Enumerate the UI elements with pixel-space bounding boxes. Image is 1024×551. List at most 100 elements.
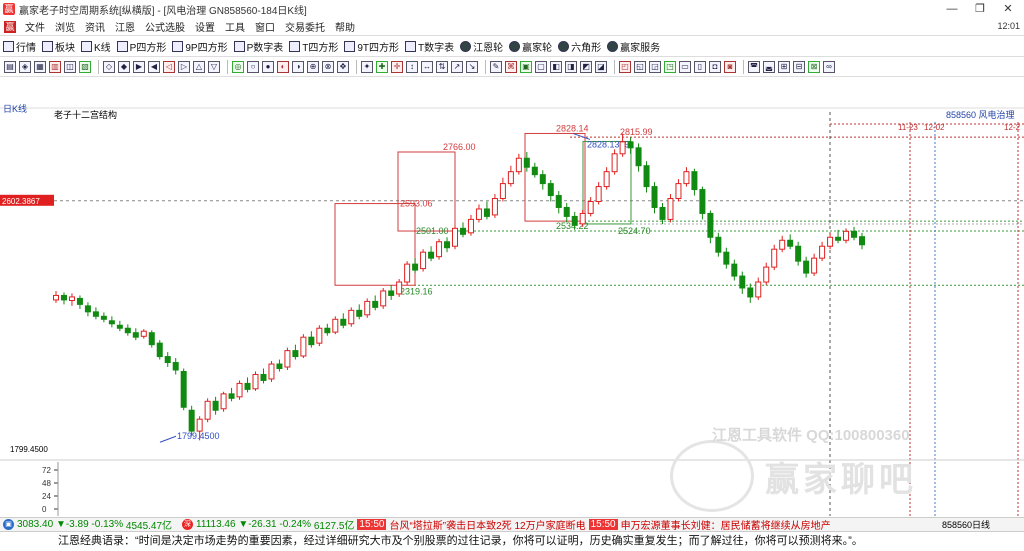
draw-tool-icon[interactable]: ◈: [19, 61, 31, 73]
draw-tool-icon[interactable]: ▯: [694, 61, 706, 73]
draw-tool-icon[interactable]: △: [193, 61, 205, 73]
menu-logo-icon: 赢: [4, 20, 16, 33]
draw-tool-icon[interactable]: ●: [262, 61, 274, 73]
candle-body: [811, 257, 818, 274]
draw-tool-icon[interactable]: ↗: [451, 61, 463, 73]
draw-tool-icon[interactable]: ↕: [406, 61, 418, 73]
news2-text[interactable]: 申万宏源董事长刘健：居民储蓄将继续从房地产: [621, 517, 831, 532]
toolbar-button-12[interactable]: 赢家服务: [604, 39, 663, 54]
draw-tool-icon[interactable]: ◙: [724, 61, 736, 73]
index2-value[interactable]: 11113.46: [196, 519, 235, 530]
draw-tool-icon[interactable]: ▭: [679, 61, 691, 73]
candle-body: [356, 309, 363, 317]
menu-settings[interactable]: 设置: [190, 19, 220, 34]
draw-tool-icon[interactable]: ◲: [649, 61, 661, 73]
menu-formula[interactable]: 公式选股: [140, 19, 190, 34]
news1-text[interactable]: 台风“塔拉斯”袭击日本致2死 12万户家庭断电: [389, 517, 585, 532]
draw-tool-icon[interactable]: ⊕: [307, 61, 319, 73]
draw-tool-icon[interactable]: ◨: [565, 61, 577, 73]
draw-tool-icon[interactable]: ◁: [163, 61, 175, 73]
draw-tool-icon[interactable]: ⊠: [808, 61, 820, 73]
draw-tool-icon[interactable]: ◩: [580, 61, 592, 73]
draw-tool-icon[interactable]: ⊞: [778, 61, 790, 73]
draw-tool-icon[interactable]: ◑: [292, 61, 304, 73]
draw-tool-icon[interactable]: ◰: [619, 61, 631, 73]
toolbar-button-6[interactable]: T四方形: [286, 39, 341, 54]
draw-tool-icon[interactable]: ▥: [49, 61, 61, 73]
candle-body: [100, 315, 107, 320]
toolbar-button-1[interactable]: 板块: [39, 39, 78, 54]
draw-tool-icon[interactable]: ◚: [748, 61, 760, 73]
menu-gann[interactable]: 江恩: [110, 19, 140, 34]
toolbar-button-7[interactable]: 9T四方形: [341, 39, 402, 54]
draw-tool-icon[interactable]: ◘: [709, 61, 721, 73]
toolbar-button-4[interactable]: 9P四方形: [169, 39, 230, 54]
draw-tool-icon[interactable]: ▶: [133, 61, 145, 73]
draw-tool-icon[interactable]: ◇: [103, 61, 115, 73]
toolbar-button-2[interactable]: K线: [78, 39, 114, 54]
draw-tool-icon[interactable]: ▧: [79, 61, 91, 73]
draw-tool-icon[interactable]: ▤: [4, 61, 16, 73]
toolbar-button-10[interactable]: 赢家轮: [506, 39, 555, 54]
candle-body: [276, 363, 283, 370]
candle-body: [324, 327, 331, 334]
index1-value[interactable]: 3083.40: [17, 519, 53, 530]
watermark-logo: [670, 440, 754, 512]
draw-tool-icon[interactable]: ◐: [277, 61, 289, 73]
candle-body: [771, 248, 778, 268]
draw-tool-icon[interactable]: ◎: [232, 61, 244, 73]
draw-tool-icon[interactable]: ◫: [64, 61, 76, 73]
draw-tool-icon[interactable]: ▷: [178, 61, 190, 73]
draw-tool-icon[interactable]: ◳: [664, 61, 676, 73]
close-icon[interactable]: ✕: [994, 0, 1022, 18]
candle-body: [747, 287, 754, 298]
menu-tools[interactable]: 工具: [220, 19, 250, 34]
toolbar-button-label: P数字表: [246, 43, 284, 54]
toolbar-button-5[interactable]: P数字表: [231, 39, 287, 54]
menu-file[interactable]: 文件: [20, 19, 50, 34]
draw-tool-icon[interactable]: ✚: [376, 61, 388, 73]
draw-tool-icon[interactable]: ⌘: [505, 61, 517, 73]
toolbar-button-label: 赢家轮: [522, 43, 553, 54]
draw-tool-icon[interactable]: ▢: [535, 61, 547, 73]
draw-tool-icon[interactable]: ✥: [337, 61, 349, 73]
draw-tool-icon[interactable]: ↘: [466, 61, 478, 73]
candle-body: [683, 171, 690, 185]
volume-axis-label: 48: [42, 479, 51, 488]
menu-window[interactable]: 窗口: [250, 19, 280, 34]
draw-tool-icon[interactable]: ∞: [823, 61, 835, 73]
toolbar-button-11[interactable]: 六角形: [555, 39, 604, 54]
menu-trade[interactable]: 交易委托: [280, 19, 330, 34]
draw-tool-icon[interactable]: ⊗: [322, 61, 334, 73]
draw-tool-icon[interactable]: ▽: [208, 61, 220, 73]
draw-tool-icon[interactable]: ✛: [391, 61, 403, 73]
draw-tool-icon[interactable]: ⇅: [436, 61, 448, 73]
news2-time: 15:50: [588, 519, 618, 530]
candle-body: [132, 332, 139, 338]
restore-icon[interactable]: ❐: [966, 0, 994, 18]
draw-tool-icon[interactable]: ◱: [634, 61, 646, 73]
draw-tool-icon[interactable]: ✦: [361, 61, 373, 73]
draw-tool-icon[interactable]: ◛: [763, 61, 775, 73]
toolbar-button-9[interactable]: 江恩轮: [457, 39, 506, 54]
draw-tool-icon[interactable]: ◧: [550, 61, 562, 73]
draw-tool-icon[interactable]: ▣: [520, 61, 532, 73]
draw-tool-icon[interactable]: ↔: [421, 61, 433, 73]
candle-body: [372, 300, 379, 308]
draw-tool-icon[interactable]: ◀: [148, 61, 160, 73]
toolbar-button-8[interactable]: T数字表: [402, 39, 457, 54]
draw-tool-icon[interactable]: ○: [247, 61, 259, 73]
draw-tool-icon[interactable]: ✎: [490, 61, 502, 73]
draw-tool-icon[interactable]: ◆: [118, 61, 130, 73]
draw-tool-icon[interactable]: ▦: [34, 61, 46, 73]
menu-info[interactable]: 资讯: [80, 19, 110, 34]
toolbar-button-0[interactable]: 行情: [0, 39, 39, 54]
menu-browse[interactable]: 浏览: [50, 19, 80, 34]
candle-body: [779, 239, 786, 250]
menu-help[interactable]: 帮助: [330, 19, 360, 34]
candle-body: [819, 245, 826, 259]
minimize-icon[interactable]: —: [938, 0, 966, 18]
draw-tool-icon[interactable]: ⊟: [793, 61, 805, 73]
toolbar-button-3[interactable]: P四方形: [114, 39, 170, 54]
draw-tool-icon[interactable]: ◪: [595, 61, 607, 73]
